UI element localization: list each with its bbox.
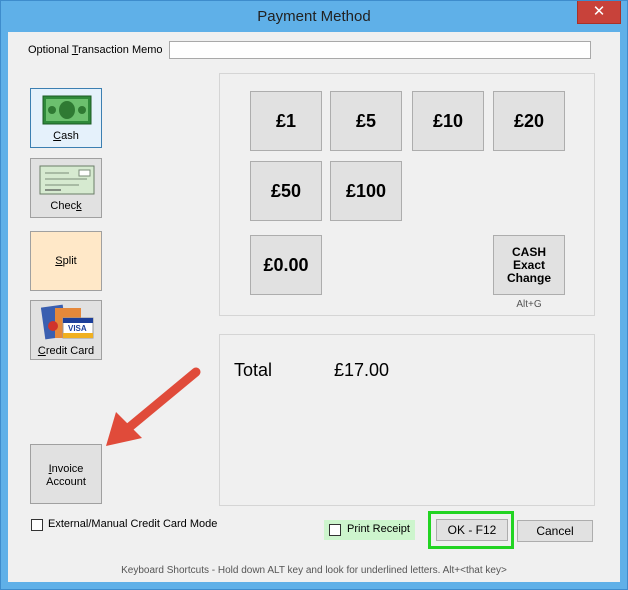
- close-icon: ✕: [592, 3, 606, 20]
- total-panel: Total £17.00: [219, 334, 595, 506]
- annotation-arrow: [106, 367, 201, 446]
- cash-5-button[interactable]: £5: [330, 91, 402, 151]
- cash-bill-icon: [42, 95, 92, 125]
- ok-button[interactable]: OK - F12: [436, 519, 508, 541]
- cash-1-button[interactable]: £1: [250, 91, 322, 151]
- external-mode-label: External/Manual Credit Card Mode: [48, 518, 218, 530]
- cash-50-button[interactable]: £50: [250, 161, 322, 221]
- title-bar: Payment Method ✕: [1, 1, 627, 32]
- cash-10-button[interactable]: £10: [412, 91, 484, 151]
- exact-change-shortcut: Alt+G: [516, 299, 542, 310]
- cash-exact-change-button[interactable]: CASH Exact Change: [493, 235, 565, 295]
- svg-text:VISA: VISA: [68, 324, 87, 333]
- total-amount: £17.00: [334, 360, 390, 380]
- split-button[interactable]: Split: [30, 231, 102, 291]
- external-mode-checkbox[interactable]: [31, 519, 43, 531]
- cash-100-button[interactable]: £100: [330, 161, 402, 221]
- transaction-memo-input[interactable]: [169, 41, 591, 59]
- cash-amount-panel: £1 £5 £10 £20 £50 £100 £0.00 CASH Exact …: [219, 73, 595, 316]
- print-receipt-label: Print Receipt: [347, 523, 410, 535]
- invoice-account-button[interactable]: Invoice Account: [30, 444, 102, 504]
- cancel-button[interactable]: Cancel: [517, 520, 593, 542]
- check-button[interactable]: Check: [30, 158, 102, 218]
- close-button[interactable]: ✕: [577, 1, 621, 24]
- dialog-body: Optional Transaction Memo Cash Check Spl…: [8, 32, 620, 582]
- payment-method-window: Payment Method ✕ Optional Transaction Me…: [0, 0, 628, 590]
- print-receipt-area: Print Receipt: [324, 520, 415, 540]
- check-cheque-icon: [39, 165, 95, 195]
- keyboard-shortcuts-hint: Keyboard Shortcuts - Hold down ALT key a…: [121, 565, 507, 576]
- total-label: Total: [234, 360, 273, 380]
- print-receipt-checkbox[interactable]: [329, 524, 341, 536]
- clear-amount-button[interactable]: £0.00: [250, 235, 322, 295]
- credit-card-button[interactable]: VISA Credit Card: [30, 300, 102, 360]
- credit-cards-icon: VISA: [41, 304, 94, 340]
- memo-label: Optional Transaction Memo: [28, 44, 163, 56]
- window-title: Payment Method: [257, 8, 371, 25]
- cash-button[interactable]: Cash: [30, 88, 102, 148]
- cash-20-button[interactable]: £20: [493, 91, 565, 151]
- exact-change-line3: Change: [506, 271, 551, 285]
